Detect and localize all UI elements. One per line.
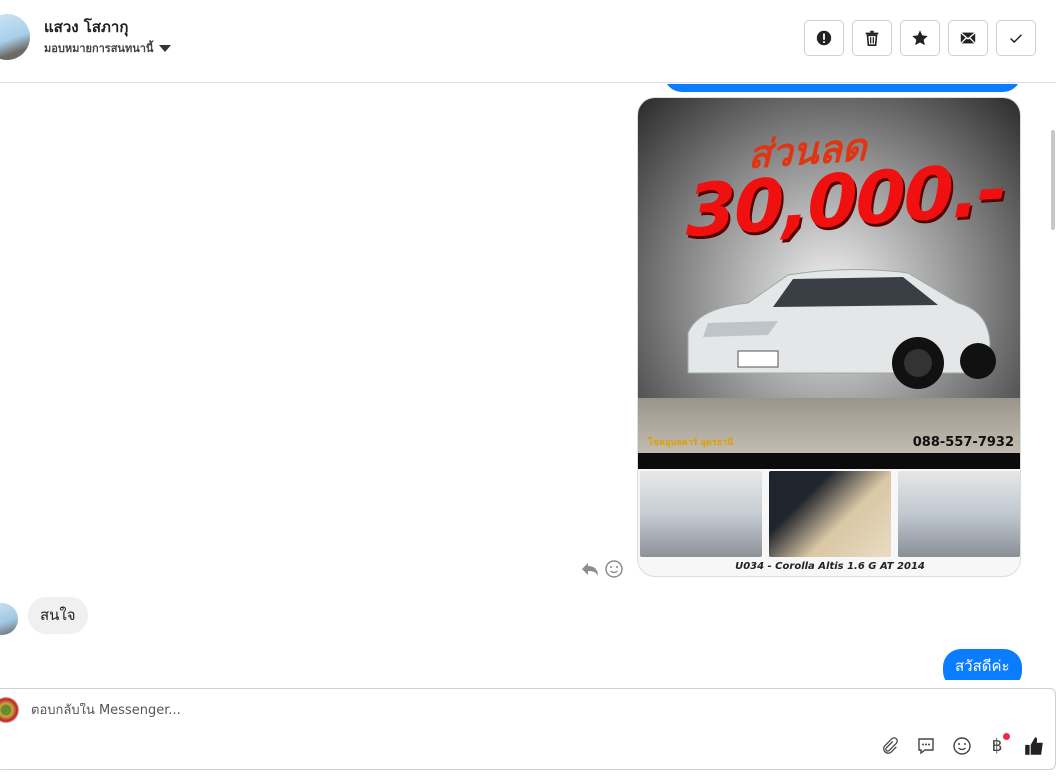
thumbnail-row: [640, 471, 1020, 557]
exclamation-icon: [816, 30, 832, 46]
saved-reply-icon[interactable]: [915, 735, 937, 757]
image-attachment[interactable]: ส่วนลด 30,000.- โชคอุบลคาร์ อุดรธานี 088…: [637, 97, 1021, 577]
reply-composer: ฿: [0, 688, 1056, 770]
promo-image: ส่วนลด 30,000.- โชคอุบลคาร์ อุดรธานี 088…: [638, 98, 1020, 453]
promo-amount: 30,000.-: [686, 146, 1006, 254]
contact-name[interactable]: แสวง โสภากุ: [44, 15, 128, 39]
sender-avatar: [0, 603, 18, 635]
check-icon: [1010, 34, 1022, 44]
star-button[interactable]: [900, 20, 940, 56]
delete-button[interactable]: [852, 20, 892, 56]
mark-spam-button[interactable]: [804, 20, 844, 56]
mark-done-button[interactable]: [996, 20, 1036, 56]
message-thread[interactable]: ส่วนลด 30,000.- โชคอุบลคาร์ อุดรธานี 088…: [0, 84, 1048, 680]
page-avatar: [0, 697, 19, 723]
image-caption: U034 - Corolla Altis 1.6 G AT 2014: [735, 561, 925, 572]
rear-view-photo: [898, 471, 1020, 557]
emoji-icon[interactable]: [951, 735, 973, 757]
interior-photo: [769, 471, 891, 557]
caret-down-icon: [159, 44, 172, 52]
mark-unread-button[interactable]: [948, 20, 988, 56]
paperclip-icon[interactable]: [879, 735, 901, 757]
incoming-message: สนใจ: [28, 597, 88, 634]
notification-badge: [1003, 733, 1010, 740]
dealer-phone: 088-557-7932: [912, 435, 1014, 450]
envelope-icon: [960, 32, 976, 44]
reply-input[interactable]: [31, 703, 931, 718]
front-view-photo: [640, 471, 762, 557]
reply-icon[interactable]: [580, 559, 600, 579]
outgoing-message: สวัสดีค่ะ: [943, 649, 1022, 680]
thumbs-up-icon[interactable]: [1023, 735, 1045, 757]
react-emoji-icon[interactable]: [604, 559, 624, 579]
contact-avatar[interactable]: [0, 14, 30, 60]
assign-label: มอบหมายการสนทนานี้: [44, 42, 154, 55]
dealer-name: โชคอุบลคาร์ อุดรธานี: [648, 438, 734, 448]
star-icon: [912, 30, 928, 46]
assign-conversation-dropdown[interactable]: มอบหมายการสนทนานี้: [44, 39, 172, 57]
trash-icon: [865, 30, 879, 47]
outgoing-message-bubble: [664, 84, 1021, 92]
car-image: [687, 268, 996, 389]
thread-scrollbar[interactable]: [1051, 130, 1055, 230]
conversation-header: แสวง โสภากุ มอบหมายการสนทนานี้: [0, 0, 1056, 83]
